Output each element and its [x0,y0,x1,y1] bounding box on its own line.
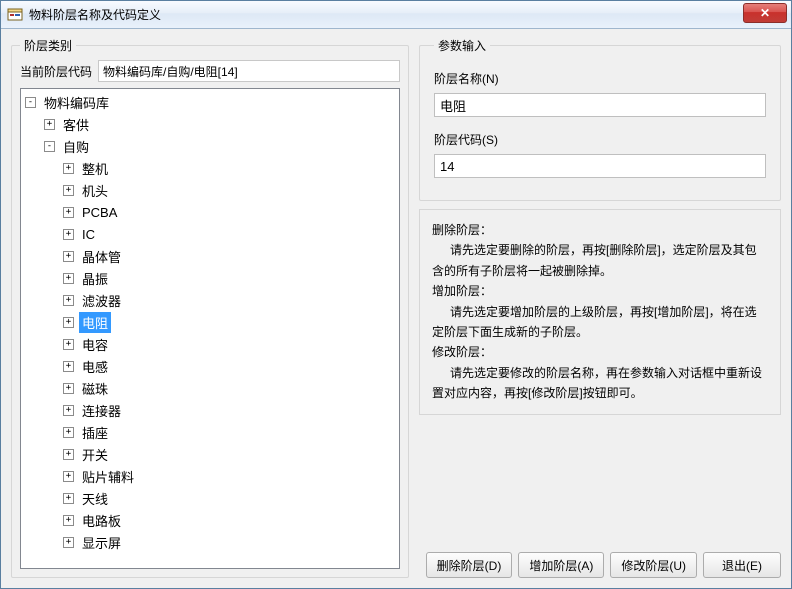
tree-node-label: 插座 [79,422,111,443]
tree-node[interactable]: + 连接器 [63,399,399,421]
tree-node-label: 开关 [79,444,111,465]
tree-node[interactable]: + 插座 [63,421,399,443]
help-modify-heading: 修改阶层： [432,342,768,362]
tree-node-label: 晶振 [79,268,111,289]
help-delete-heading: 删除阶层： [432,220,768,240]
help-add-text: 请先选定要增加阶层的上级阶层，再按[增加阶层]，将在选定阶层下面生成新的子阶层。 [432,302,768,343]
tree-node-label: 电容 [79,334,111,355]
exit-button[interactable]: 退出(E) [703,552,781,578]
tree-node-label: PCBA [79,204,120,221]
code-field[interactable] [434,154,766,178]
hierarchy-group-legend: 阶层类别 [20,37,76,54]
tree-node-label: 电阻 [79,312,111,333]
expand-icon[interactable]: + [63,537,74,548]
help-add-heading: 增加阶层： [432,281,768,301]
tree-node-label: IC [79,226,98,243]
expand-icon[interactable]: + [63,251,74,262]
button-row: 删除阶层(D) 增加阶层(A) 修改阶层(U) 退出(E) [419,546,781,578]
expand-icon[interactable]: + [63,383,74,394]
delete-button[interactable]: 删除阶层(D) [426,552,513,578]
name-field-label: 阶层名称(N) [434,70,766,87]
window-title: 物料阶层名称及代码定义 [29,6,161,23]
tree-node[interactable]: + IC [63,223,399,245]
add-button[interactable]: 增加阶层(A) [518,552,604,578]
tree-node[interactable]: -物料编码库 [25,91,399,113]
tree-node[interactable]: + 天线 [63,487,399,509]
window-close-button[interactable]: ✕ [743,3,787,23]
modify-button[interactable]: 修改阶层(U) [610,552,697,578]
expand-icon[interactable]: + [63,273,74,284]
tree-node-label: 电路板 [79,510,124,531]
tree-node-label: 连接器 [79,400,124,421]
tree-node-label: 自购 [60,136,92,157]
expand-icon[interactable]: + [63,405,74,416]
app-icon [7,7,23,23]
expand-icon[interactable]: + [63,449,74,460]
expand-icon[interactable]: + [63,361,74,372]
tree-node[interactable]: + 机头 [63,179,399,201]
tree-node[interactable]: + 磁珠 [63,377,399,399]
tree-node[interactable]: + 晶振 [63,267,399,289]
title-bar: 物料阶层名称及代码定义 ✕ [1,1,791,29]
tree-node-label: 晶体管 [79,246,124,267]
tree-node[interactable]: + 贴片辅料 [63,465,399,487]
tree-node-label: 客供 [60,114,92,135]
params-group: 参数输入 阶层名称(N) 阶层代码(S) [419,37,781,201]
tree-node-label: 显示屏 [79,532,124,553]
expand-icon[interactable]: + [63,493,74,504]
expand-icon[interactable]: + [63,295,74,306]
tree-node-label: 整机 [79,158,111,179]
tree-node[interactable]: + 显示屏 [63,531,399,553]
expand-icon[interactable]: + [63,207,74,218]
expand-icon[interactable]: + [63,471,74,482]
tree-node[interactable]: + 滤波器 [63,289,399,311]
tree-node[interactable]: + 电感 [63,355,399,377]
tree-node-label: 电感 [79,356,111,377]
expand-icon[interactable]: + [63,229,74,240]
hierarchy-group: 阶层类别 当前阶层代码 -物料编码库+客供-自购+整机+机头+PCBA+IC+晶… [11,37,409,578]
current-path-input[interactable] [98,60,400,82]
tree-node[interactable]: + 开关 [63,443,399,465]
tree-node-label: 物料编码库 [41,92,112,113]
tree-node[interactable]: + 电阻 [63,311,399,333]
params-group-legend: 参数输入 [434,37,490,54]
tree-node[interactable]: + 电容 [63,333,399,355]
expand-icon[interactable]: + [63,163,74,174]
tree-node-label: 天线 [79,488,111,509]
help-text: 删除阶层： 请先选定要删除的阶层，再按[删除阶层]，选定阶层及其包含的所有子阶层… [419,209,781,415]
collapse-icon[interactable]: - [44,141,55,152]
tree-node[interactable]: + PCBA [63,201,399,223]
code-field-label: 阶层代码(S) [434,131,766,148]
tree-node-label: 磁珠 [79,378,111,399]
help-delete-text: 请先选定要删除的阶层，再按[删除阶层]，选定阶层及其包含的所有子阶层将一起被删除… [432,240,768,281]
tree-node-label: 机头 [79,180,111,201]
expand-icon[interactable]: + [63,317,74,328]
tree-node[interactable]: + 客供 [44,113,399,135]
tree-node-label: 滤波器 [79,290,124,311]
tree-node[interactable]: + 电路板 [63,509,399,531]
expand-icon[interactable]: + [63,515,74,526]
hierarchy-tree[interactable]: -物料编码库+客供-自购+整机+机头+PCBA+IC+晶体管+晶振+滤波器+电阻… [20,88,400,569]
help-modify-text: 请先选定要修改的阶层名称，再在参数输入对话框中重新设置对应内容，再按[修改阶层]… [432,363,768,404]
close-icon: ✕ [760,7,770,19]
tree-node[interactable]: -自购 [44,135,399,157]
tree-node-label: 贴片辅料 [79,466,137,487]
tree-node[interactable]: + 晶体管 [63,245,399,267]
current-path-label: 当前阶层代码 [20,63,92,80]
name-field[interactable] [434,93,766,117]
collapse-icon[interactable]: - [25,97,36,108]
expand-icon[interactable]: + [63,185,74,196]
expand-icon[interactable]: + [44,119,55,130]
expand-icon[interactable]: + [63,339,74,350]
expand-icon[interactable]: + [63,427,74,438]
tree-node[interactable]: + 整机 [63,157,399,179]
